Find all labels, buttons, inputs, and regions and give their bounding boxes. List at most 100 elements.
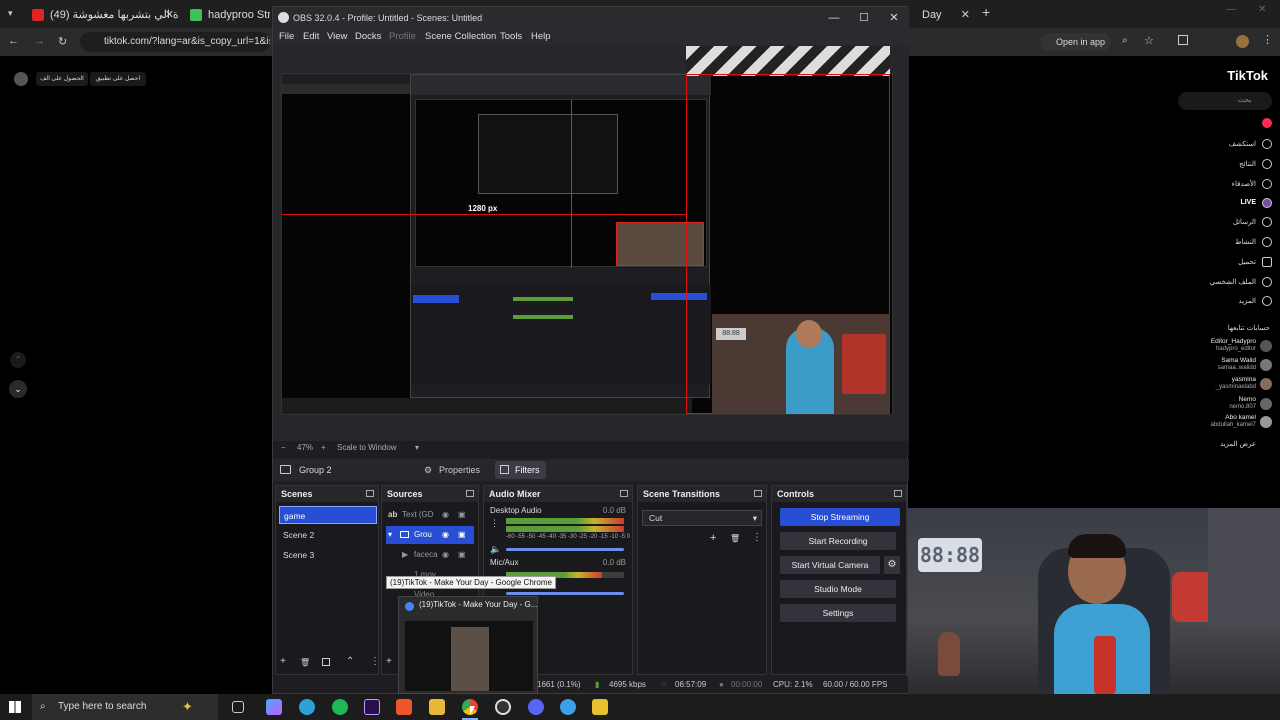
undock-icon[interactable] xyxy=(620,490,628,497)
move-up-button[interactable]: ⌃ xyxy=(346,656,354,667)
menu-profile[interactable]: Profile xyxy=(389,29,416,45)
scene-item-scene-2[interactable]: Scene 2 xyxy=(279,526,377,544)
get-coins-button[interactable]: الحصول على الف xyxy=(36,72,88,86)
preview-canvas[interactable]: 1280 px 88:88 xyxy=(281,46,893,415)
menu-tools[interactable]: Tools xyxy=(500,29,522,45)
menu-dots-icon[interactable]: ⋮ xyxy=(1262,33,1273,46)
volume-slider[interactable] xyxy=(506,548,624,551)
start-virtual-camera-button[interactable]: Start Virtual Camera xyxy=(780,556,880,574)
more-icon[interactable]: ⋮ xyxy=(490,518,499,529)
zoom-in-button[interactable]: + xyxy=(321,441,326,455)
maximize-icon[interactable]: ☐ xyxy=(849,7,879,29)
scene-item-scene-3[interactable]: Scene 3 xyxy=(279,546,377,564)
scene-filters-button[interactable] xyxy=(322,658,330,666)
browser-tab-2[interactable]: hadyproo Stream xyxy=(186,4,270,26)
get-app-button[interactable]: احصل على تطبيق xyxy=(90,72,146,86)
taskbar-thumbnail-preview[interactable]: (19)TikTok - Make Your Day - G... xyxy=(398,596,538,694)
close-tab-icon[interactable]: ✕ xyxy=(961,4,970,26)
add-scene-button[interactable]: + xyxy=(280,656,286,667)
menu-file[interactable]: File xyxy=(279,29,294,45)
undock-icon[interactable] xyxy=(754,490,762,497)
obs-preview[interactable]: 1280 px 88:88 xyxy=(273,45,909,441)
filters-button[interactable]: Filters xyxy=(495,461,546,479)
zoom-icon[interactable]: ⌕ xyxy=(1122,35,1128,46)
edge-icon[interactable] xyxy=(299,699,315,715)
scroll-down-button[interactable]: ⌄ xyxy=(9,380,27,398)
properties-button[interactable]: ⚙ Properties xyxy=(419,461,486,479)
menu-help[interactable]: Help xyxy=(531,29,551,45)
speaker-icon[interactable]: 🔈 xyxy=(490,544,501,555)
menu-view[interactable]: View xyxy=(327,29,347,45)
tab-search-icon[interactable]: ▾ xyxy=(8,8,18,18)
taskbar-search-input[interactable]: ⌕ Type here to search ✦ xyxy=(32,694,218,720)
nav-live[interactable]: LIVE xyxy=(1240,199,1256,206)
minimize-icon[interactable]: — xyxy=(1226,4,1236,15)
undock-icon[interactable] xyxy=(366,490,374,497)
remove-scene-button[interactable]: 🗑 xyxy=(300,658,310,667)
lock-icon[interactable]: ▣ xyxy=(458,506,466,524)
copilot-icon[interactable] xyxy=(266,699,282,715)
source-item-group[interactable]: ▾ Grou ◉ ▣ xyxy=(386,526,474,544)
following-item-5[interactable]: Abo kamel abdullah_kamel7 xyxy=(1172,414,1272,432)
nav-upload[interactable]: تحميل xyxy=(1238,258,1256,266)
stop-streaming-button[interactable]: Stop Streaming xyxy=(780,508,900,526)
nav-following[interactable]: النتائج xyxy=(1239,160,1256,168)
chevron-down-icon[interactable]: ▾ xyxy=(415,441,419,455)
add-source-button[interactable]: + xyxy=(386,656,392,667)
bookmark-star-icon[interactable]: ☆ xyxy=(1144,34,1154,47)
nav-messages[interactable]: الرسائل xyxy=(1233,218,1256,226)
lock-icon[interactable]: ▣ xyxy=(458,526,466,544)
new-tab-icon[interactable]: + xyxy=(982,4,990,20)
tiktok-logo[interactable]: TikTok xyxy=(1227,68,1268,83)
back-icon[interactable]: ← xyxy=(8,35,19,47)
nav-profile[interactable]: الملف الشخصي xyxy=(1210,278,1256,286)
start-recording-button[interactable]: Start Recording xyxy=(780,532,896,550)
forward-icon[interactable]: → xyxy=(34,35,45,47)
profile-avatar[interactable] xyxy=(1236,35,1249,48)
open-in-app-button[interactable]: Open in app xyxy=(1040,33,1112,51)
spotify-icon[interactable] xyxy=(332,699,348,715)
transition-select[interactable]: Cut ▾ xyxy=(642,510,762,526)
task-view-icon[interactable] xyxy=(232,701,244,713)
scale-mode-select[interactable]: Scale to Window xyxy=(337,441,397,455)
scroll-up-button[interactable]: ⌃ xyxy=(10,352,26,368)
app-icon-yellow[interactable] xyxy=(592,699,608,715)
address-bar[interactable]: tiktok.com/?lang=ar&is_copy_url=1&is_f xyxy=(80,32,270,52)
brave-icon[interactable] xyxy=(396,699,412,715)
discord-icon[interactable] xyxy=(528,699,544,715)
following-item-3[interactable]: yasmina _yasminaelabd xyxy=(1172,376,1272,394)
nav-explore[interactable]: استكشف xyxy=(1229,140,1256,148)
browser-tab-1[interactable]: (49) القهوة الي بتشربها مغشوشة ✕ xyxy=(28,4,178,26)
zoom-out-button[interactable]: − xyxy=(281,441,286,455)
volume-slider[interactable] xyxy=(506,592,624,595)
following-item-4[interactable]: Nemo nemo.807 xyxy=(1172,396,1272,414)
scene-item-game[interactable]: game xyxy=(279,506,377,524)
obs-icon[interactable] xyxy=(495,699,511,715)
nav-activity[interactable]: النشاط xyxy=(1235,238,1256,246)
virtual-camera-settings-gear-icon[interactable]: ⚙ xyxy=(884,556,900,574)
add-transition-button[interactable]: + xyxy=(710,532,716,544)
visibility-icon[interactable]: ◉ xyxy=(442,506,449,524)
file-explorer-icon[interactable] xyxy=(429,699,445,715)
following-item-1[interactable]: Editor_Hadypro hadypro_editor xyxy=(1172,338,1272,356)
studio-mode-button[interactable]: Studio Mode xyxy=(780,580,896,598)
nav-more[interactable]: المزيد xyxy=(1238,297,1256,305)
source-item-text[interactable]: ab Text (GD ◉ ▣ xyxy=(386,506,474,524)
source-item-facecam[interactable]: ▶ facecа ◉ ▣ xyxy=(386,546,474,564)
close-tab-icon[interactable]: ✕ xyxy=(165,4,174,26)
lock-icon[interactable]: ▣ xyxy=(458,546,466,564)
visibility-icon[interactable]: ◉ xyxy=(442,526,449,544)
extensions-icon[interactable] xyxy=(1178,35,1188,45)
app-icon-blue[interactable] xyxy=(560,699,576,715)
remove-transition-button[interactable]: 🗑 xyxy=(730,534,740,543)
start-windows-icon[interactable] xyxy=(9,701,21,713)
browser-tab-3[interactable]: Day ✕ xyxy=(908,4,974,26)
premiere-icon[interactable] xyxy=(364,699,380,715)
reload-icon[interactable]: ↻ xyxy=(58,35,67,48)
show-more-link[interactable]: عرض المزيد xyxy=(1220,440,1256,448)
settings-button[interactable]: Settings xyxy=(780,604,896,622)
visibility-icon[interactable]: ◉ xyxy=(442,546,449,564)
menu-docks[interactable]: Docks xyxy=(355,29,381,45)
home-icon[interactable] xyxy=(1262,118,1272,128)
following-item-2[interactable]: Sama Walid samaa..walidd xyxy=(1172,357,1272,375)
